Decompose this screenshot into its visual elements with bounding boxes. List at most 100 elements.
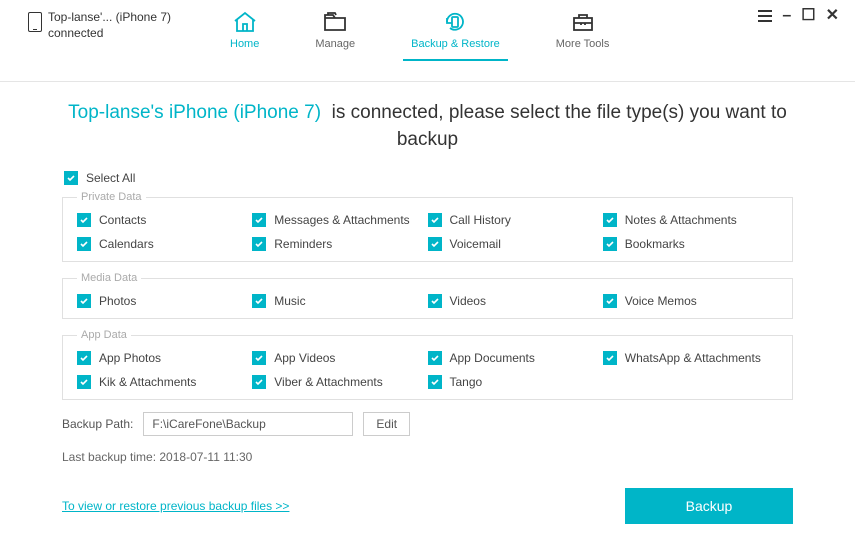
item-label: WhatsApp & Attachments <box>625 351 761 365</box>
app-item[interactable]: App Documents <box>428 351 603 365</box>
checkbox[interactable] <box>252 351 266 365</box>
view-previous-link[interactable]: To view or restore previous backup files… <box>62 499 289 513</box>
nav-manage-label: Manage <box>315 38 355 50</box>
item-label: Videos <box>450 294 486 308</box>
main-content: Top-lanse's iPhone (iPhone 7) is connect… <box>0 82 855 524</box>
checkbox[interactable] <box>77 375 91 389</box>
checkbox[interactable] <box>77 237 91 251</box>
backup-restore-icon <box>442 10 468 34</box>
section-app-title: App Data <box>77 329 131 341</box>
app-item[interactable]: Kik & Attachments <box>77 375 252 389</box>
item-label: Contacts <box>99 213 146 227</box>
checkbox[interactable] <box>428 375 442 389</box>
checkbox[interactable] <box>428 237 442 251</box>
item-label: Calendars <box>99 237 154 251</box>
bottom-row: To view or restore previous backup files… <box>62 488 793 524</box>
checkbox[interactable] <box>428 294 442 308</box>
item-label: Messages & Attachments <box>274 213 409 227</box>
private-item[interactable]: Bookmarks <box>603 237 778 251</box>
toolbox-icon <box>570 10 596 34</box>
section-media-data: Media Data Photos Music Videos Voice Memos <box>62 272 793 319</box>
checkbox[interactable] <box>77 351 91 365</box>
window-controls: – ☐ ✕ <box>758 8 839 24</box>
checkbox[interactable] <box>252 213 266 227</box>
checkbox[interactable] <box>603 351 617 365</box>
item-label: App Documents <box>450 351 535 365</box>
app-item[interactable]: App Videos <box>252 351 427 365</box>
close-button[interactable]: ✕ <box>826 8 839 24</box>
app-item[interactable]: Viber & Attachments <box>252 375 427 389</box>
media-item[interactable]: Videos <box>428 294 603 308</box>
item-label: Bookmarks <box>625 237 685 251</box>
maximize-button[interactable]: ☐ <box>801 8 815 24</box>
item-label: Music <box>274 294 305 308</box>
nav-backup-restore[interactable]: Backup & Restore <box>411 10 500 60</box>
media-item[interactable]: Photos <box>77 294 252 308</box>
backup-path-input[interactable] <box>143 412 353 436</box>
item-label: App Photos <box>99 351 161 365</box>
checkbox[interactable] <box>603 294 617 308</box>
phone-icon <box>28 12 42 32</box>
checkbox[interactable] <box>77 294 91 308</box>
section-app-data: App Data App Photos App Videos App Documen… <box>62 329 793 400</box>
backup-path-row: Backup Path: Edit <box>62 412 793 436</box>
grid-media: Photos Music Videos Voice Memos <box>77 294 778 308</box>
item-label: Tango <box>450 375 483 389</box>
section-private-title: Private Data <box>77 191 146 203</box>
edit-path-button[interactable]: Edit <box>363 412 410 436</box>
home-icon <box>232 10 258 34</box>
headline-rest: is connected, please select the file typ… <box>332 102 787 150</box>
nav-manage[interactable]: Manage <box>315 10 355 60</box>
device-info: Top-lanse'... (iPhone 7) connected <box>0 0 230 41</box>
headline-device: Top-lanse's iPhone (iPhone 7) <box>68 102 321 123</box>
private-item[interactable]: Reminders <box>252 237 427 251</box>
checkbox[interactable] <box>603 213 617 227</box>
private-item[interactable]: Contacts <box>77 213 252 227</box>
checkbox[interactable] <box>428 351 442 365</box>
nav-home[interactable]: Home <box>230 10 259 60</box>
device-status-line: connected <box>48 26 171 42</box>
app-item[interactable]: Tango <box>428 375 603 389</box>
item-label: Call History <box>450 213 511 227</box>
minimize-button[interactable]: – <box>782 8 791 24</box>
nav-more-tools[interactable]: More Tools <box>556 10 610 60</box>
grid-private: Contacts Messages & Attachments Call Histo… <box>77 213 778 251</box>
private-item[interactable]: Voicemail <box>428 237 603 251</box>
item-label: Photos <box>99 294 136 308</box>
private-item[interactable]: Calendars <box>77 237 252 251</box>
select-all-label: Select All <box>86 171 135 185</box>
checkbox[interactable] <box>428 213 442 227</box>
section-media-title: Media Data <box>77 272 141 284</box>
item-label: Notes & Attachments <box>625 213 737 227</box>
select-all-row[interactable]: Select All <box>64 171 793 185</box>
device-text: Top-lanse'... (iPhone 7) connected <box>48 10 171 41</box>
app-item[interactable]: App Photos <box>77 351 252 365</box>
backup-button[interactable]: Backup <box>625 488 793 524</box>
checkbox[interactable] <box>603 237 617 251</box>
private-item[interactable]: Call History <box>428 213 603 227</box>
device-name-line: Top-lanse'... (iPhone 7) <box>48 10 171 26</box>
item-label: Reminders <box>274 237 332 251</box>
select-all-checkbox[interactable] <box>64 171 78 185</box>
checkbox[interactable] <box>252 237 266 251</box>
headline: Top-lanse's iPhone (iPhone 7) is connect… <box>62 100 793 153</box>
item-label: Viber & Attachments <box>274 375 383 389</box>
item-label: App Videos <box>274 351 335 365</box>
checkbox[interactable] <box>252 294 266 308</box>
checkbox[interactable] <box>252 375 266 389</box>
media-item[interactable]: Voice Memos <box>603 294 778 308</box>
menu-icon[interactable] <box>758 10 772 22</box>
last-backup-time: Last backup time: 2018-07-11 11:30 <box>62 450 793 464</box>
private-item[interactable]: Notes & Attachments <box>603 213 778 227</box>
app-item[interactable]: WhatsApp & Attachments <box>603 351 778 365</box>
checkbox[interactable] <box>77 213 91 227</box>
private-item[interactable]: Messages & Attachments <box>252 213 427 227</box>
main-nav: Home Manage Backup & Restore More Tools <box>230 0 609 60</box>
section-private-data: Private Data Contacts Messages & Attachme… <box>62 191 793 262</box>
nav-home-label: Home <box>230 38 259 50</box>
media-item[interactable]: Music <box>252 294 427 308</box>
top-bar: Top-lanse'... (iPhone 7) connected Home … <box>0 0 855 82</box>
nav-tools-label: More Tools <box>556 38 610 50</box>
nav-backup-label: Backup & Restore <box>411 38 500 50</box>
item-label: Kik & Attachments <box>99 375 196 389</box>
